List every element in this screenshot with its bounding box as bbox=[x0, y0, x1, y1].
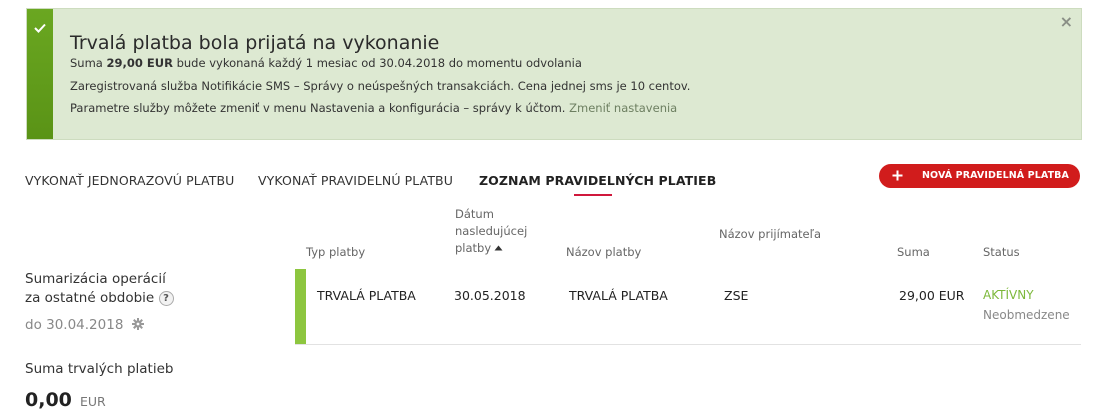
success-banner: × Trvalá platba bola prijatá na vykonani… bbox=[26, 8, 1082, 140]
cell-next-date: 30.05.2018 bbox=[454, 288, 526, 303]
amount-suffix: bude vykonaná každý 1 mesiac od 30.04.20… bbox=[172, 56, 582, 70]
cell-payment-type: TRVALÁ PLATBA bbox=[317, 288, 416, 303]
row-status-bar bbox=[295, 269, 306, 344]
cell-payee: ZSE bbox=[724, 288, 749, 303]
cell-limit: Neobmedzene bbox=[983, 308, 1070, 322]
sum-currency: EUR bbox=[79, 394, 106, 409]
banner-stripe bbox=[27, 9, 53, 139]
summary-label: Sumarizácia operácií za ostatné obdobie … bbox=[25, 270, 174, 308]
cell-payment-name: TRVALÁ PLATBA bbox=[569, 288, 668, 303]
sort-ascending-icon bbox=[494, 245, 503, 251]
banner-title: Trvalá platba bola prijatá na vykonanie bbox=[70, 32, 440, 54]
sum-amount: 0,00 bbox=[25, 389, 72, 411]
help-icon[interactable]: ? bbox=[158, 290, 174, 306]
tab-one-time-payment[interactable]: VYKONAŤ JEDNORAZOVÚ PLATBU bbox=[25, 173, 234, 188]
status-badge: AKTÍVNY bbox=[983, 288, 1034, 302]
header-next-payment-date[interactable]: Dátum nasledujúcej platby bbox=[455, 206, 527, 257]
banner-amount: 29,00 EUR bbox=[106, 56, 173, 70]
amount-prefix: Suma bbox=[70, 56, 107, 70]
change-settings-link[interactable]: Zmeniť nastavenia bbox=[569, 101, 677, 115]
gear-icon[interactable] bbox=[131, 318, 144, 330]
check-icon bbox=[34, 23, 46, 33]
tab-regular-payment[interactable]: VYKONAŤ PRAVIDELNÚ PLATBU bbox=[258, 173, 453, 188]
cell-sum: 29,00 EUR bbox=[899, 288, 965, 303]
header-date-line2: nasledujúcej bbox=[455, 224, 528, 238]
active-tab-underline bbox=[574, 194, 612, 196]
sum-value: 0,00 EUR bbox=[25, 389, 106, 411]
header-sum: Suma bbox=[897, 245, 930, 259]
header-payment-name: Názov platby bbox=[566, 245, 642, 259]
summary-label-line1: Sumarizácia operácií bbox=[25, 271, 166, 287]
settings-text: Parametre služby môžete zmeniť v menu Na… bbox=[70, 101, 570, 115]
header-date-line3: platby bbox=[455, 240, 527, 257]
plus-icon bbox=[892, 170, 903, 181]
table-row[interactable]: TRVALÁ PLATBA 30.05.2018 TRVALÁ PLATBA Z… bbox=[295, 269, 1081, 345]
sum-label: Suma trvalých platieb bbox=[25, 361, 174, 377]
header-payee-name: Názov prijímateľa bbox=[719, 227, 821, 241]
header-date-line1: Dátum bbox=[455, 207, 494, 221]
summary-label-line2: za ostatné obdobie ? bbox=[25, 289, 174, 308]
banner-amount-line: Suma 29,00 EUR bude vykonaná každý 1 mes… bbox=[70, 56, 582, 70]
summary-date: do 30.04.2018 bbox=[25, 317, 144, 333]
banner-sms-line: Zaregistrovaná služba Notifikácie SMS – … bbox=[70, 79, 691, 93]
new-button-label: NOVÁ PRAVIDELNÁ PLATBA bbox=[922, 170, 1069, 181]
banner-settings-line: Parametre služby môžete zmeniť v menu Na… bbox=[70, 101, 677, 115]
header-status: Status bbox=[983, 245, 1020, 259]
tab-regular-payments-list[interactable]: ZOZNAM PRAVIDELNÝCH PLATIEB bbox=[479, 173, 716, 188]
close-icon[interactable]: × bbox=[1060, 14, 1073, 30]
summary-date-text: do 30.04.2018 bbox=[25, 317, 124, 333]
header-payment-type: Typ platby bbox=[306, 245, 366, 259]
new-regular-payment-button[interactable]: NOVÁ PRAVIDELNÁ PLATBA bbox=[879, 164, 1080, 188]
